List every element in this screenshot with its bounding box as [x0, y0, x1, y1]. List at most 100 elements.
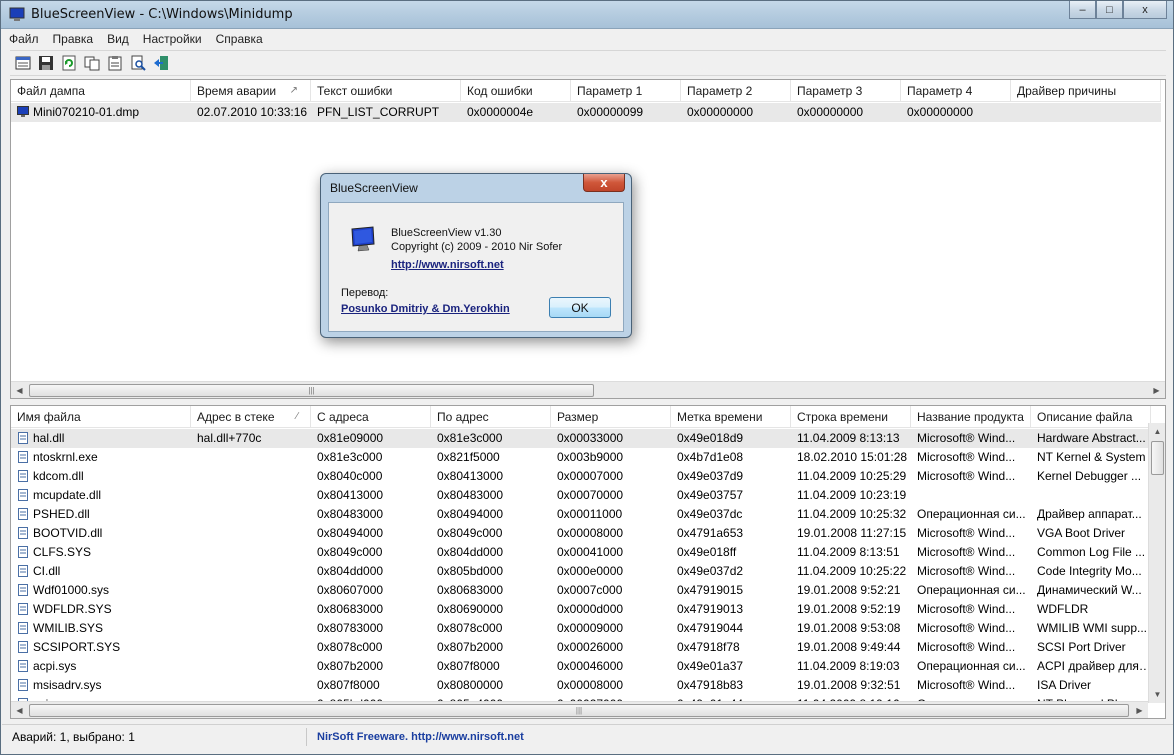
to-address-cell: 0x80683000 [437, 583, 504, 597]
html-report-button[interactable] [105, 53, 125, 73]
minimize-button[interactable]: – [1069, 1, 1096, 19]
table-row[interactable]: Wdf01000.sys 0x80607000 0x80683000 0x0007c0… [11, 581, 1151, 600]
table-row[interactable]: mcupdate.dll 0x80413000 0x80483000 0x000700… [11, 486, 1151, 505]
timestamp-cell: 0x49e018d9 [677, 431, 744, 445]
title-bar[interactable]: BlueScreenView - C:\Windows\Minidump – □… [1, 1, 1173, 29]
filename-cell: WDFLDR.SYS [11, 600, 191, 619]
about-translators-link[interactable]: Posunko Dmitriy & Dm.Yerokhin [341, 303, 510, 315]
menu-edit[interactable]: Правка [46, 32, 101, 46]
col-parameter-1[interactable]: Параметр 1 [571, 80, 681, 102]
scroll-up-arrow-icon[interactable]: ▲ [1149, 423, 1165, 440]
table-row[interactable]: WDFLDR.SYS 0x80683000 0x80690000 0x0000d000… [11, 600, 1151, 619]
filename-cell: kdcom.dll [11, 467, 191, 486]
table-row[interactable]: PSHED.dll 0x80483000 0x80494000 0x00011000 0… [11, 505, 1151, 524]
about-close-button[interactable]: x [583, 174, 625, 192]
col-bug-check-string[interactable]: Текст ошибки [311, 80, 461, 102]
file-description-cell: WDFLDR [1037, 602, 1089, 616]
size-cell: 0x00033000 [557, 431, 624, 445]
scroll-thumb[interactable]: ||| [29, 384, 594, 397]
file-description-cell: Hardware Abstract... [1037, 431, 1146, 445]
copy-button[interactable] [82, 53, 102, 73]
ok-button[interactable]: OK [549, 297, 611, 318]
status-nirsoft-link[interactable]: NirSoft Freeware. http://www.nirsoft.net [307, 731, 524, 743]
col-size[interactable]: Размер [551, 406, 671, 428]
scroll-right-arrow-icon[interactable]: ▶ [1131, 702, 1148, 718]
col-time-string[interactable]: Строка времени [791, 406, 911, 428]
size-cell: 0x00009000 [557, 621, 624, 635]
table-row[interactable]: CLFS.SYS 0x8049c000 0x804dd000 0x00041000 0x… [11, 543, 1151, 562]
table-row[interactable]: SCSIPORT.SYS 0x8078c000 0x807b2000 0x000260… [11, 638, 1151, 657]
from-address-cell: 0x81e3c000 [317, 450, 383, 464]
about-website-link[interactable]: http://www.nirsoft.net [391, 259, 504, 271]
save-button[interactable] [36, 53, 56, 73]
col-file-description[interactable]: Описание файла [1031, 406, 1151, 428]
filename-label: CI.dll [33, 564, 61, 578]
scroll-thumb[interactable] [1151, 441, 1164, 475]
table-row[interactable]: WMILIB.SYS 0x80783000 0x8078c000 0x00009000… [11, 619, 1151, 638]
col-caused-by-driver[interactable]: Драйвер причины [1011, 80, 1161, 102]
table-row[interactable]: ntoskrnl.exe 0x81e3c000 0x821f5000 0x003b90… [11, 448, 1151, 467]
menu-help[interactable]: Справка [209, 32, 270, 46]
to-address-cell: 0x8078c000 [437, 621, 503, 635]
address-in-stack-cell [191, 581, 311, 600]
size-cell: 0x00008000 [557, 526, 624, 540]
scroll-left-arrow-icon[interactable]: ◀ [11, 382, 28, 398]
time-string-cell: 11.04.2009 8:19:03 [797, 659, 900, 673]
timestamp-cell: 0x49e03757 [677, 488, 744, 502]
properties-button[interactable] [13, 53, 33, 73]
driver-list[interactable]: Имя файла Адрес в стеке ∕ С адреса По адр… [10, 405, 1166, 719]
caused-by-driver-cell [1011, 103, 1161, 122]
table-row[interactable]: kdcom.dll 0x8040c000 0x80413000 0x00007000 0… [11, 467, 1151, 486]
size-cell: 0x00046000 [557, 659, 624, 673]
table-row[interactable]: acpi.sys 0x807b2000 0x807f8000 0x00046000 0x… [11, 657, 1151, 676]
table-row[interactable]: CI.dll 0x804dd000 0x805bd000 0x000e0000 0x49… [11, 562, 1151, 581]
file-icon [18, 584, 28, 596]
col-product-name[interactable]: Название продукта [911, 406, 1031, 428]
col-timestamp[interactable]: Метка времени [671, 406, 791, 428]
scroll-thumb[interactable]: ||| [29, 704, 1129, 717]
close-button[interactable]: x [1123, 1, 1167, 19]
filename-label: acpi.sys [33, 659, 77, 673]
col-to-address[interactable]: По адрес [431, 406, 551, 428]
col-parameter-2[interactable]: Параметр 2 [681, 80, 791, 102]
exit-button[interactable] [151, 53, 171, 73]
scroll-down-arrow-icon[interactable]: ▼ [1149, 686, 1165, 703]
filename-label: kdcom.dll [33, 469, 84, 483]
table-row[interactable]: Mini070210-01.dmp 02.07.2010 10:33:16 PF… [11, 103, 1161, 122]
timestamp-cell: 0x47919013 [677, 602, 744, 616]
scroll-right-arrow-icon[interactable]: ▶ [1148, 382, 1165, 398]
product-name-cell: Операционная си... [917, 659, 1026, 673]
table-row[interactable]: hal.dll hal.dll+770c 0x81e09000 0x81e3c000 0… [11, 429, 1151, 448]
sort-arrow-icon: ∕ [296, 411, 298, 422]
scroll-left-arrow-icon[interactable]: ◀ [11, 702, 28, 718]
col-from-address[interactable]: С адреса [311, 406, 431, 428]
col-dump-file[interactable]: Файл дампа [11, 80, 191, 102]
col-bug-check-code[interactable]: Код ошибки [461, 80, 571, 102]
menu-bar: Файл Правка Вид Настройки Справка [2, 29, 1173, 49]
toolbar [10, 50, 1166, 76]
menu-view[interactable]: Вид [100, 32, 136, 46]
timestamp-cell: 0x49e037d9 [677, 469, 744, 483]
col-parameter-3[interactable]: Параметр 3 [791, 80, 901, 102]
menu-file[interactable]: Файл [2, 32, 46, 46]
maximize-button[interactable]: □ [1096, 1, 1123, 19]
col-parameter-4[interactable]: Параметр 4 [901, 80, 1011, 102]
driver-list-hscrollbar[interactable]: ◀ ||| ▶ [11, 701, 1148, 718]
table-row[interactable]: msisadrv.sys 0x807f8000 0x80800000 0x000080… [11, 676, 1151, 695]
from-address-cell: 0x80413000 [317, 488, 384, 502]
col-filename[interactable]: Имя файла [11, 406, 191, 428]
table-row[interactable]: BOOTVID.dll 0x80494000 0x8049c000 0x0000800… [11, 524, 1151, 543]
address-in-stack-cell [191, 543, 311, 562]
refresh-button[interactable] [59, 53, 79, 73]
col-crash-time[interactable]: Время аварии ↗ [191, 80, 311, 102]
time-string-cell: 11.04.2009 10:25:22 [797, 564, 907, 578]
find-button[interactable] [128, 53, 148, 73]
from-address-cell: 0x8040c000 [317, 469, 383, 483]
driver-list-vscrollbar[interactable]: ▲ ▼ [1148, 423, 1165, 703]
dump-list-hscrollbar[interactable]: ◀ ||| ▶ [11, 381, 1165, 398]
menu-options[interactable]: Настройки [136, 32, 209, 46]
to-address-cell: 0x804dd000 [437, 545, 504, 559]
time-string-cell: 19.01.2008 11:27:15 [797, 526, 907, 540]
col-address-in-stack[interactable]: Адрес в стеке ∕ [191, 406, 311, 428]
file-icon [18, 679, 28, 691]
